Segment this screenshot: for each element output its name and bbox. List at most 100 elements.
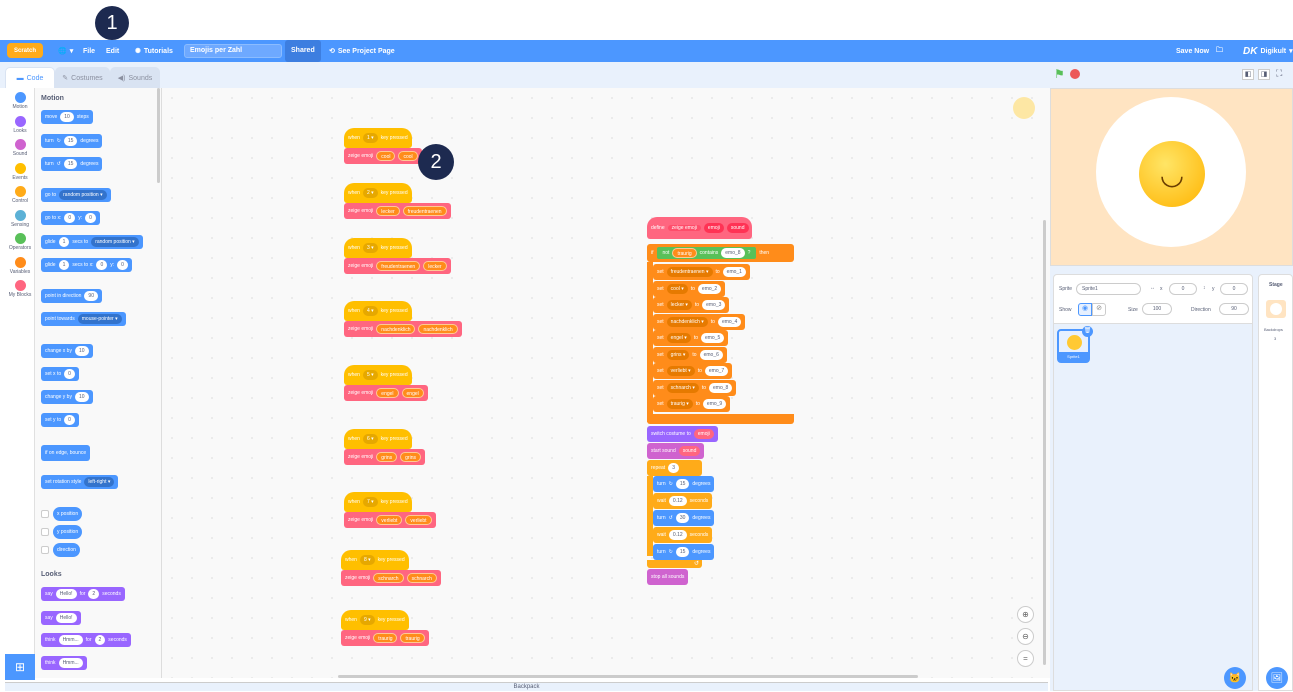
category-operators[interactable]: Operators: [5, 233, 35, 251]
edit-menu[interactable]: Edit: [106, 40, 119, 62]
block-set-variable[interactable]: set nachdenklich ▾ to emo_4: [653, 313, 746, 330]
sprite-thumbnail[interactable]: Sprite1 🗑: [1057, 326, 1093, 363]
block-set-variable[interactable]: set engel ▾ to emo_5: [653, 330, 729, 346]
block-when-key-pressed[interactable]: when 3 ▾ key pressed: [344, 238, 412, 258]
zoom-in-button[interactable]: ⊕: [1017, 606, 1034, 623]
file-menu[interactable]: File: [83, 40, 95, 62]
user-menu[interactable]: DK Digikult ▾: [1243, 40, 1293, 62]
category-my-blocks[interactable]: My Blocks: [5, 280, 35, 298]
green-flag-icon[interactable]: ⚑: [1054, 67, 1065, 81]
block-set-variable[interactable]: set lecker ▾ to emo_3: [653, 297, 730, 313]
scratch-logo[interactable]: Scratch: [7, 43, 43, 58]
block-repeat[interactable]: repeat 3: [647, 460, 702, 476]
block-set-y[interactable]: set y to 0: [41, 413, 79, 427]
block-zeige-emoji[interactable]: zeige emoji grins grins: [344, 449, 425, 465]
block-when-key-pressed[interactable]: when 2 ▾ key pressed: [344, 183, 412, 203]
stop-icon[interactable]: [1070, 69, 1080, 79]
block-when-key-pressed[interactable]: when 5 ▾ key pressed: [344, 365, 412, 385]
block-point-direction[interactable]: point in direction 90: [41, 289, 102, 303]
block-when-key-pressed[interactable]: when 9 ▾ key pressed: [341, 610, 409, 630]
block-zeige-emoji[interactable]: zeige emoji lecker freudentraenen: [344, 203, 451, 219]
project-title-input[interactable]: Emojis per Zahl: [184, 44, 282, 58]
block-set-variable[interactable]: set traurig ▾ to emo_9: [653, 396, 731, 412]
delete-sprite-icon[interactable]: 🗑: [1082, 326, 1093, 337]
category-sound[interactable]: Sound: [5, 139, 35, 157]
block-change-y[interactable]: change y by 10: [41, 390, 93, 404]
block-turn-left[interactable]: turn ↺ 15 degrees: [41, 157, 103, 171]
block-set-variable[interactable]: set verliebt ▾ to emo_7: [653, 363, 733, 379]
backdrop-thumbnail[interactable]: [1266, 300, 1286, 318]
block-bounce[interactable]: if on edge, bounce: [41, 445, 91, 461]
block-say-for[interactable]: say Hello! for 2 seconds: [41, 587, 125, 601]
size-input[interactable]: 100: [1142, 303, 1172, 315]
show-visible-icon[interactable]: ◉: [1078, 303, 1092, 316]
stage-target-panel[interactable]: Stage Backdrops 3: [1258, 274, 1293, 691]
block-glide-xy[interactable]: glide 1 secs to x: 0 y: 0: [41, 258, 132, 272]
y-position-checkbox[interactable]: [41, 528, 49, 536]
x-position-checkbox[interactable]: [41, 510, 49, 518]
category-looks[interactable]: Looks: [5, 115, 35, 134]
reporter-x-position[interactable]: x position: [53, 507, 83, 521]
block-set-x[interactable]: set x to 0: [41, 367, 79, 381]
stage-canvas[interactable]: ◡: [1050, 88, 1293, 266]
block-zeige-emoji[interactable]: zeige emoji cool cool: [344, 148, 422, 164]
large-stage-icon[interactable]: ◨: [1258, 69, 1270, 80]
block-wait-1[interactable]: wait 0.12 seconds: [653, 493, 713, 509]
block-zeige-emoji[interactable]: zeige emoji verliebt verliebt: [344, 512, 436, 528]
category-variables[interactable]: Variables: [5, 256, 35, 275]
fullscreen-icon[interactable]: ⛶: [1276, 68, 1282, 79]
block-set-variable[interactable]: set freudentraenen ▾ to emo_1: [653, 264, 750, 280]
block-glide-to[interactable]: glide 1 secs to random position ▾: [41, 235, 143, 249]
category-sensing[interactable]: Sensing: [5, 209, 35, 228]
block-say[interactable]: say Hello!: [41, 611, 81, 625]
block-switch-costume[interactable]: switch costume to emoji: [647, 426, 718, 442]
block-change-x[interactable]: change x by 10: [41, 344, 93, 358]
zoom-out-button[interactable]: ⊖: [1017, 628, 1034, 645]
choose-sprite-button[interactable]: 🐱: [1224, 667, 1246, 689]
zoom-reset-button[interactable]: =: [1017, 650, 1034, 667]
tab-code[interactable]: ▬ Code: [5, 67, 55, 89]
block-start-sound[interactable]: start sound sound: [647, 443, 705, 459]
category-motion[interactable]: Motion: [5, 92, 35, 110]
block-think-for[interactable]: think Hmm... for 2 seconds: [41, 633, 131, 647]
block-when-key-pressed[interactable]: when 4 ▾ key pressed: [344, 301, 412, 321]
block-zeige-emoji[interactable]: zeige emoji freudentraenen lecker: [344, 258, 451, 274]
tab-sounds[interactable]: ◀) Sounds: [110, 67, 160, 88]
block-turn-right-2[interactable]: turn ↻ 15 degrees: [653, 544, 715, 560]
block-turn-right-1[interactable]: turn ↻ 15 degrees: [653, 476, 715, 492]
block-wait-2[interactable]: wait 0.12 seconds: [653, 527, 713, 543]
y-input[interactable]: 0: [1220, 283, 1248, 295]
workspace-hscrollbar[interactable]: [338, 675, 918, 678]
block-set-variable[interactable]: set grins ▾ to emo_6: [653, 346, 727, 363]
block-define[interactable]: define zeige emoji emoji sound: [647, 217, 752, 239]
direction-input[interactable]: 90: [1219, 303, 1249, 315]
palette-scrollbar[interactable]: [157, 88, 160, 183]
emoji-sprite[interactable]: ◡: [1139, 141, 1205, 207]
block-set-variable[interactable]: set schnarch ▾ to emo_8: [653, 379, 737, 396]
script-workspace[interactable]: when 1 ▾ key pressed zeige emoji cool cool whe…: [162, 88, 1050, 678]
block-go-to[interactable]: go to random position ▾: [41, 188, 111, 202]
block-when-key-pressed[interactable]: when 7 ▾ key pressed: [344, 492, 412, 512]
choose-backdrop-button[interactable]: 🖼: [1266, 667, 1288, 689]
block-turn-left[interactable]: turn ↺ 30 degrees: [653, 510, 715, 526]
my-stuff-folder-icon[interactable]: 🗀: [1216, 40, 1223, 62]
block-zeige-emoji[interactable]: zeige emoji nachdenklich nachdenklich: [344, 321, 462, 337]
x-input[interactable]: 0: [1169, 283, 1197, 295]
language-menu[interactable]: 🌐 ▾: [58, 40, 73, 62]
shared-button[interactable]: Shared: [285, 40, 321, 62]
block-zeige-emoji[interactable]: zeige emoji traurig traurig: [341, 630, 429, 646]
reporter-direction[interactable]: direction: [53, 543, 80, 557]
category-control[interactable]: Control: [5, 186, 35, 204]
tab-costumes[interactable]: ✎ Costumes: [55, 67, 110, 88]
tutorials-menu[interactable]: ✺ Tutorials: [135, 40, 173, 62]
save-now-button[interactable]: Save Now: [1176, 40, 1209, 62]
block-stop-all-sounds[interactable]: stop all sounds: [647, 569, 689, 585]
block-if-then[interactable]: if not traurig contains emo_8? then: [647, 244, 794, 262]
block-turn-right[interactable]: turn ↻ 15 degrees: [41, 134, 103, 148]
category-events[interactable]: Events: [5, 162, 35, 181]
block-when-key-pressed[interactable]: when 8 ▾ key pressed: [341, 550, 409, 570]
block-zeige-emoji[interactable]: zeige emoji engel engel: [344, 385, 428, 401]
workspace-vscrollbar[interactable]: [1043, 220, 1046, 665]
reporter-y-position[interactable]: y position: [53, 525, 83, 539]
sprite-name-input[interactable]: Sprite1: [1076, 283, 1141, 295]
